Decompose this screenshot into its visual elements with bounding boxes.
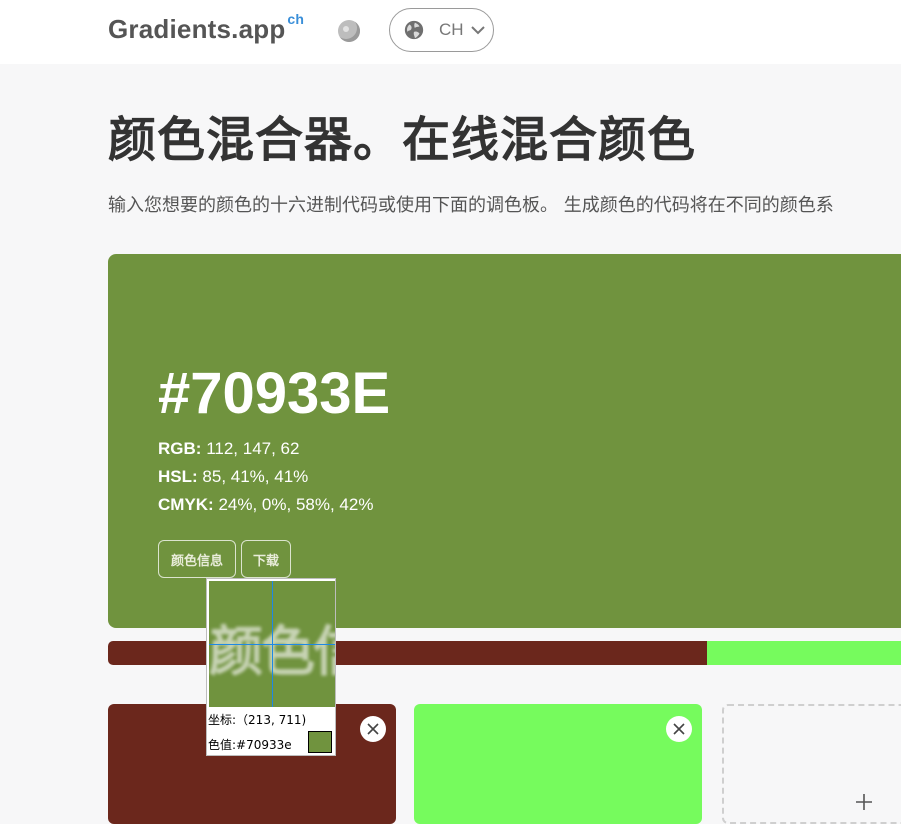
- magnifier-preview: 颜色信: [209, 581, 335, 707]
- rgb-value: 112, 147, 62: [206, 439, 300, 458]
- chevron-down-icon: [470, 26, 485, 35]
- remove-color-button[interactable]: [360, 716, 386, 742]
- language-selector[interactable]: CH: [389, 8, 494, 52]
- page-subtitle: 输入您想要的颜色的十六进制代码或使用下面的调色板。 生成颜色的代码将在不同的颜色…: [108, 195, 834, 216]
- language-label: CH: [439, 20, 464, 39]
- hsl-label: HSL:: [158, 467, 198, 486]
- color-picker-magnifier: 颜色信 坐标:（213, 711) 色值:#70933e: [206, 578, 336, 756]
- logo[interactable]: Gradients.app ch: [108, 11, 305, 45]
- hsl-value: 85, 41%, 41%: [202, 467, 309, 486]
- cmyk-info: CMYK: 24%, 0%, 58%, 42%: [158, 495, 373, 515]
- globe-icon: [404, 20, 424, 40]
- color-swatch-2[interactable]: [414, 704, 702, 824]
- close-icon: [367, 723, 379, 735]
- result-color-card: #70933E RGB: 112, 147, 62 HSL: 85, 41%, …: [108, 254, 901, 628]
- rgb-info: RGB: 112, 147, 62: [158, 439, 299, 459]
- theme-toggle-icon[interactable]: [338, 20, 360, 42]
- top-bar: Gradients.app ch CH: [0, 0, 901, 64]
- magnifier-color-swatch: [308, 731, 332, 753]
- magnifier-coordinates: 坐标:（213, 711): [208, 713, 307, 727]
- cmyk-value: 24%, 0%, 58%, 42%: [218, 495, 374, 514]
- mix-segment-color-a: [108, 641, 708, 665]
- close-icon: [673, 723, 685, 735]
- color-info-button[interactable]: 颜色信息: [158, 540, 236, 578]
- magnifier-color-value: 色值:#70933e: [208, 738, 292, 752]
- mix-segment-color-b: [707, 641, 901, 665]
- download-button[interactable]: 下载: [241, 540, 291, 578]
- rgb-label: RGB:: [158, 439, 202, 458]
- cmyk-label: CMYK:: [158, 495, 214, 514]
- logo-text: Gradients.app: [108, 14, 286, 44]
- remove-color-button[interactable]: [666, 716, 692, 742]
- result-hex-code: #70933E: [158, 361, 391, 426]
- add-color-card[interactable]: [722, 704, 901, 824]
- logo-language-superscript: ch: [287, 11, 305, 28]
- page-title: 颜色混合器。在线混合颜色: [108, 112, 697, 168]
- crosshair-horizontal: [209, 644, 335, 645]
- plus-icon: [856, 794, 872, 810]
- hsl-info: HSL: 85, 41%, 41%: [158, 467, 308, 487]
